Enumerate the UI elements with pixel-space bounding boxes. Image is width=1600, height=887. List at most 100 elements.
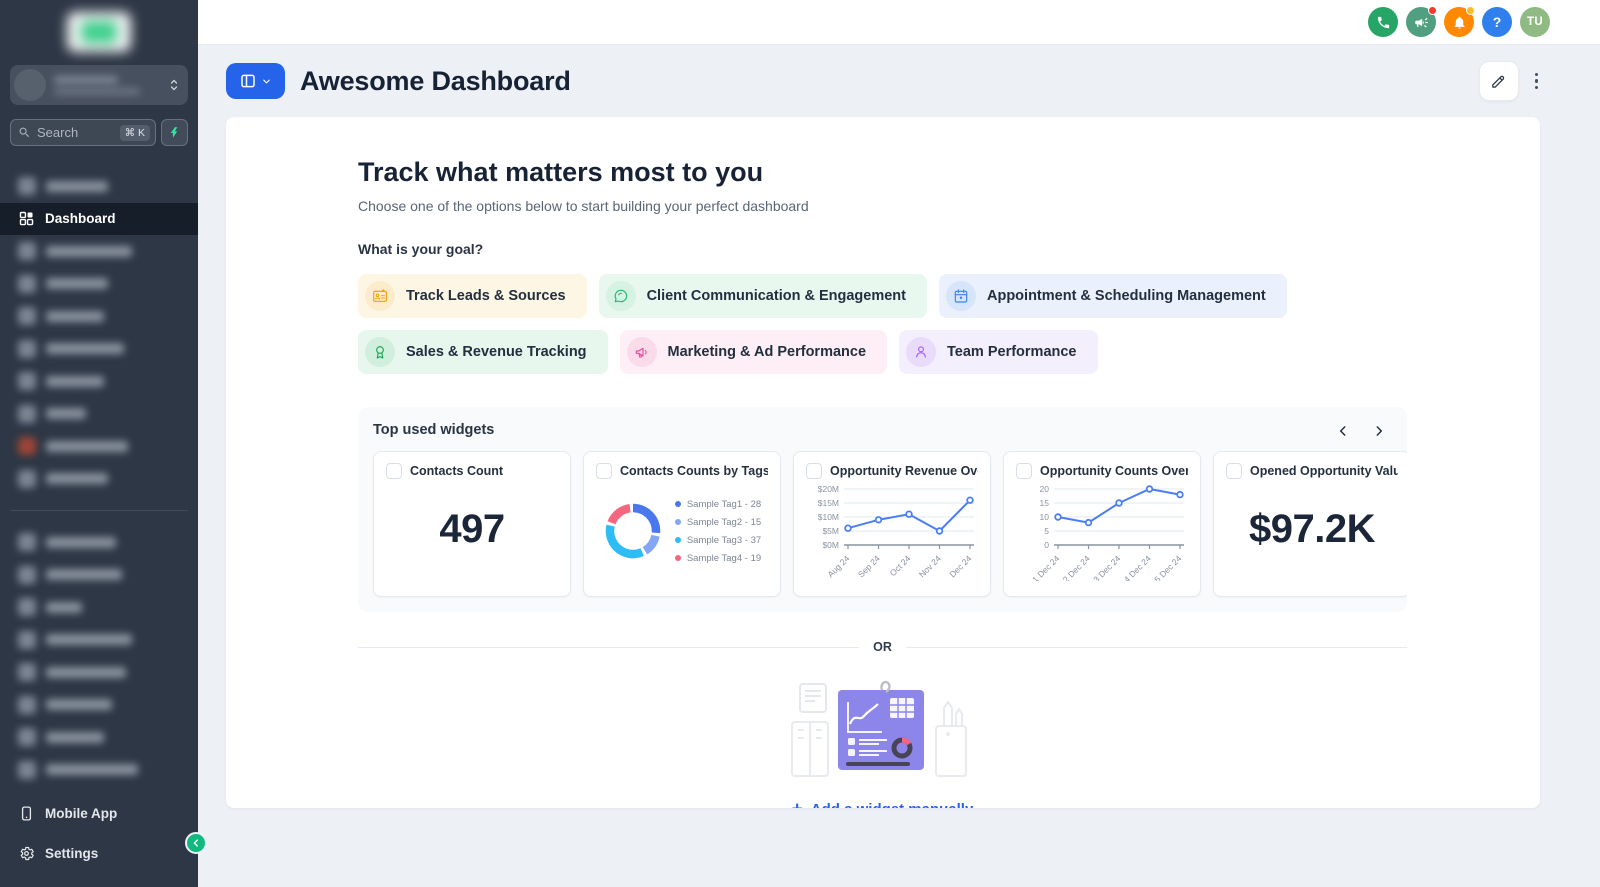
carousel-next-button[interactable] bbox=[1369, 421, 1389, 441]
goal-chip-client-communication-engagement[interactable]: Client Communication & Engagement bbox=[598, 274, 927, 318]
sidebar-collapse-button[interactable] bbox=[185, 832, 207, 854]
blurred-icon bbox=[18, 760, 36, 779]
goal-chip-label: Team Performance bbox=[947, 344, 1077, 360]
app-logo bbox=[0, 0, 198, 52]
megaphone-button[interactable] bbox=[1406, 6, 1437, 37]
user-avatar[interactable]: TU bbox=[1520, 7, 1550, 37]
blurred-icon bbox=[18, 437, 36, 456]
sidebar-item-mobile-app[interactable]: Mobile App bbox=[0, 793, 198, 833]
sidebar-item-blurred[interactable] bbox=[0, 300, 198, 333]
goal-chip-track-leads-sources[interactable]: Track Leads & Sources bbox=[358, 274, 587, 318]
svg-text:2 Dec 24: 2 Dec 24 bbox=[1061, 553, 1092, 581]
widget-checkbox[interactable] bbox=[806, 463, 822, 479]
blurred-icon bbox=[18, 339, 36, 358]
megaphone-icon bbox=[1414, 15, 1429, 30]
sidebar-item-blurred[interactable] bbox=[0, 591, 198, 624]
edit-dashboard-button[interactable] bbox=[1478, 61, 1519, 101]
widget-card-contacts-counts-by-tags[interactable]: Contacts Counts by Tags Sample Tag1 - 28 S… bbox=[583, 451, 781, 597]
sidebar-item-blurred[interactable] bbox=[0, 235, 198, 268]
goal-chip-sales-revenue-tracking[interactable]: Sales & Revenue Tracking bbox=[358, 330, 608, 374]
chat-bubble-icon bbox=[613, 288, 629, 304]
phone-button[interactable] bbox=[1368, 7, 1398, 37]
blurred-label bbox=[46, 666, 126, 678]
sidebar-item-blurred[interactable] bbox=[0, 333, 198, 366]
widget-checkbox[interactable] bbox=[596, 463, 612, 479]
sidebar-item-blurred[interactable] bbox=[0, 721, 198, 754]
widget-title: Opportunity Counts Over... bbox=[1040, 464, 1188, 478]
widget-card-opportunity-counts-over[interactable]: Opportunity Counts Over... 0 5 10 15 20 1 Dec … bbox=[1003, 451, 1201, 597]
chevron-left-icon bbox=[193, 839, 198, 847]
sidebar-item-blurred[interactable] bbox=[0, 656, 198, 689]
blurred-icon bbox=[18, 533, 36, 552]
goal-question-label: What is your goal? bbox=[358, 241, 484, 257]
sidebar-item-settings[interactable]: Settings bbox=[0, 833, 198, 873]
goal-chip-marketing-ad-performance[interactable]: Marketing & Ad Performance bbox=[619, 330, 888, 374]
blurred-icon bbox=[18, 598, 36, 617]
sidebar-item-blurred[interactable] bbox=[0, 624, 198, 657]
widget-card-contacts-count[interactable]: Contacts Count 497 bbox=[373, 451, 571, 597]
plus-icon: + bbox=[792, 800, 803, 808]
sidebar-item-blurred[interactable] bbox=[0, 463, 198, 496]
quick-actions-button[interactable] bbox=[161, 119, 188, 146]
sidebar-item-dashboard[interactable]: Dashboard bbox=[0, 202, 198, 235]
sidebar-item-blurred[interactable] bbox=[0, 526, 198, 559]
sidebar-item-blurred[interactable] bbox=[0, 430, 198, 463]
sidebar-item-blurred[interactable] bbox=[0, 398, 198, 431]
blurred-label bbox=[46, 569, 122, 581]
contact-card-icon bbox=[372, 288, 388, 304]
widgets-panel-title: Top used widgets bbox=[373, 422, 495, 438]
widget-card-opportunity-revenue-ove[interactable]: Opportunity Revenue Ove... $0M $5M $10M $15M… bbox=[793, 451, 991, 597]
legend-item: Sample Tag4 - 19 bbox=[674, 553, 761, 564]
help-button[interactable]: ? bbox=[1482, 7, 1512, 37]
search-input-wrap[interactable]: ⌘ K bbox=[10, 119, 156, 146]
blurred-icon bbox=[18, 307, 36, 326]
or-divider: OR bbox=[358, 640, 1407, 654]
widget-checkbox[interactable] bbox=[1016, 463, 1032, 479]
help-icon: ? bbox=[1492, 14, 1502, 30]
search-input[interactable] bbox=[37, 125, 107, 140]
widget-title: Opportunity Revenue Ove... bbox=[830, 464, 978, 478]
kebab-menu-icon[interactable] bbox=[1531, 67, 1543, 96]
goal-chip-label: Track Leads & Sources bbox=[406, 288, 566, 304]
blurred-label bbox=[46, 180, 108, 192]
blurred-label bbox=[46, 375, 104, 387]
svg-text:Sep 24: Sep 24 bbox=[856, 553, 882, 579]
goal-chip-appointment-scheduling-management[interactable]: Appointment & Scheduling Management bbox=[939, 274, 1287, 318]
goal-chip-team-performance[interactable]: Team Performance bbox=[899, 330, 1098, 374]
widget-checkbox[interactable] bbox=[386, 463, 402, 479]
sidebar-item-blurred[interactable] bbox=[0, 268, 198, 301]
mobile-phone-icon bbox=[18, 805, 35, 822]
dashboard-grid-icon bbox=[18, 210, 35, 227]
bell-icon bbox=[1452, 15, 1467, 30]
add-widget-illustration bbox=[790, 680, 967, 777]
blurred-icon bbox=[18, 565, 36, 584]
sidebar-item-blurred[interactable] bbox=[0, 754, 198, 787]
mobile-app-label: Mobile App bbox=[45, 805, 118, 821]
widget-card-opened-opportunity-value[interactable]: Opened Opportunity Value $97.2K bbox=[1213, 451, 1407, 597]
dashboard-layout-button[interactable] bbox=[226, 63, 285, 99]
add-widget-manually-link[interactable]: + Add a widget manually bbox=[792, 800, 974, 808]
widget-title: Contacts Counts by Tags bbox=[620, 464, 768, 478]
blurred-label bbox=[46, 473, 108, 485]
widget-checkbox[interactable] bbox=[1226, 463, 1242, 479]
search-icon bbox=[18, 126, 31, 139]
bell-button[interactable] bbox=[1444, 6, 1475, 37]
sidebar: ⌘ K Dashboard Mobile App Settings bbox=[0, 0, 198, 887]
add-widget-label: Add a widget manually bbox=[811, 801, 974, 808]
sidebar-item-blurred[interactable] bbox=[0, 170, 198, 203]
blurred-label bbox=[46, 278, 108, 290]
carousel-prev-button[interactable] bbox=[1333, 421, 1353, 441]
svg-text:15: 15 bbox=[1040, 498, 1050, 508]
workspace-switcher[interactable] bbox=[10, 65, 188, 105]
blurred-label bbox=[46, 634, 132, 646]
sidebar-item-blurred[interactable] bbox=[0, 559, 198, 592]
sidebar-item-blurred[interactable] bbox=[0, 365, 198, 398]
svg-text:$10M: $10M bbox=[818, 512, 839, 522]
sidebar-item-blurred[interactable] bbox=[0, 689, 198, 722]
notification-badge bbox=[1466, 6, 1475, 15]
megaphone-outline-icon bbox=[634, 344, 650, 360]
mini-line-chart: 0 5 10 15 20 1 Dec 24 2 Dec 24 3 Dec 24 4 Dec 24… bbox=[1030, 484, 1184, 584]
widget-title: Contacts Count bbox=[410, 464, 504, 478]
svg-text:20: 20 bbox=[1040, 484, 1050, 494]
svg-text:10: 10 bbox=[1040, 512, 1050, 522]
